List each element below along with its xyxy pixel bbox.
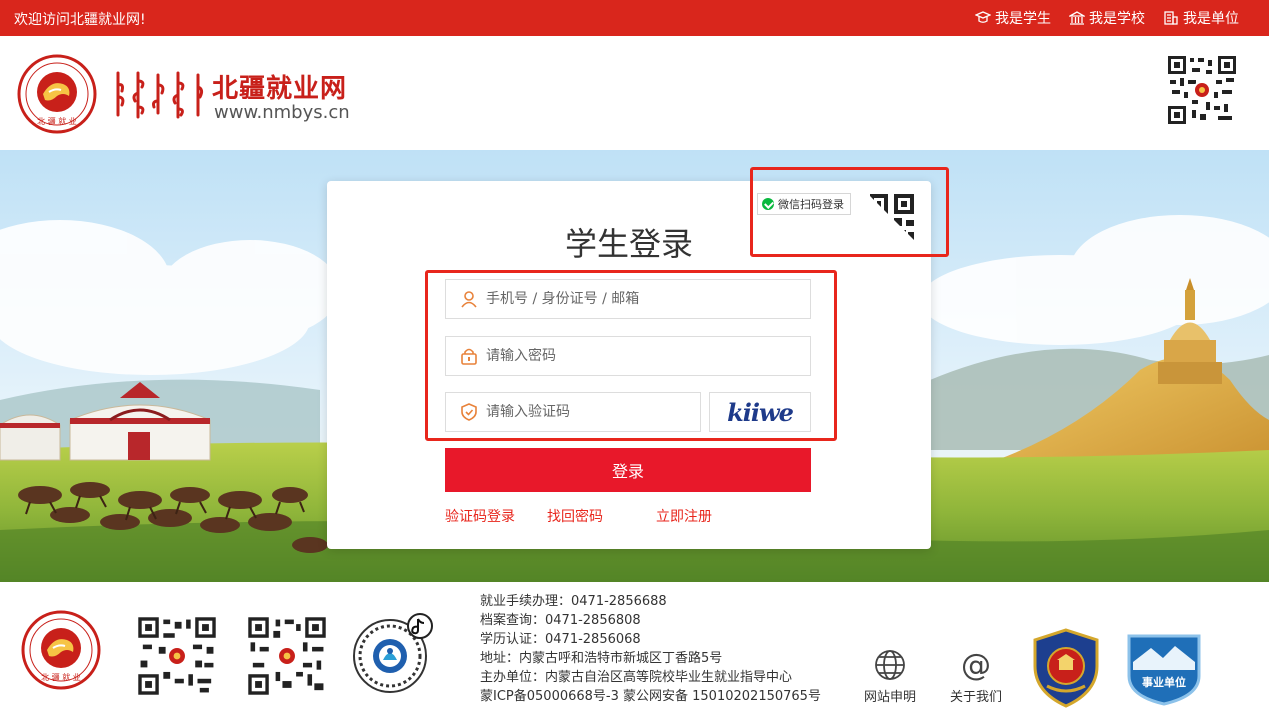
account-field[interactable]: [445, 279, 811, 319]
student-link[interactable]: 我是学生: [975, 8, 1051, 28]
at-sign-icon: @: [961, 648, 991, 682]
student-link-label: 我是学生: [995, 11, 1051, 27]
footer-info-line: 就业手续办理：0471-2856688: [480, 594, 667, 609]
footer-emblem-logo: 北 疆 就 业: [21, 610, 101, 690]
lock-icon: [461, 348, 477, 365]
mongolian-script-logo: [116, 71, 204, 119]
svg-text:北 疆 就 业: 北 疆 就 业: [37, 116, 77, 126]
wechat-scan-login-label: 微信扫码登录: [778, 198, 844, 211]
office-building-icon: [1164, 11, 1178, 25]
header-qr-code: [1166, 54, 1238, 126]
welcome-text: 欢迎访问北疆就业网!: [14, 12, 146, 28]
company-link[interactable]: 我是单位: [1163, 8, 1239, 28]
footer-qr-code-1: [136, 615, 218, 697]
site-header: 北 疆 就 业 北疆就业网 www.nmbys.cn: [0, 36, 1269, 150]
recover-password-link[interactable]: 找回密码: [547, 506, 603, 526]
svg-text:北 疆 就 业: 北 疆 就 业: [41, 672, 81, 682]
sms-code-login-link[interactable]: 验证码登录: [445, 506, 515, 526]
footer-contact-info: 就业手续办理：0471-2856688 档案查询：0471-2856808 学历…: [480, 592, 821, 706]
public-institution-badge-label: 事业单位: [1142, 675, 1186, 689]
site-url: www.nmbys.cn: [214, 102, 350, 123]
website-statement-label: 网站申明: [863, 690, 916, 705]
footer-info-line: 地址：内蒙古呼和浩特市新城区丁香路5号: [480, 651, 723, 666]
register-link[interactable]: 立即注册: [656, 506, 712, 526]
password-field[interactable]: [445, 336, 811, 376]
public-institution-badge-icon: 事业单位: [1127, 634, 1201, 706]
footer-info-line: 蒙ICP备05000668号-3 蒙公网安备 15010202150765号: [480, 689, 821, 704]
site-emblem-logo[interactable]: 北 疆 就 业: [17, 54, 97, 134]
wechat-icon: [762, 198, 774, 210]
school-link[interactable]: 我是学校: [1069, 8, 1145, 28]
site-footer: 北 疆 就 业 就业手续办理：0471-2856688 档案查询：0471-28…: [0, 582, 1269, 722]
login-title: 学生登录: [564, 225, 693, 263]
douyin-qr-code: [353, 613, 433, 693]
user-icon: [461, 291, 477, 308]
wechat-scan-login-tag[interactable]: 微信扫码登录: [757, 193, 851, 215]
captcha-field[interactable]: [445, 392, 701, 432]
footer-info-line: 主办单位：内蒙古自治区高等院校毕业生就业指导中心: [480, 670, 793, 685]
footer-info-line: 学历认证：0471-2856068: [480, 632, 641, 647]
captcha-image[interactable]: kiiwe: [709, 392, 811, 432]
login-button[interactable]: 登录: [445, 448, 811, 492]
about-us-link[interactable]: @ 关于我们: [936, 648, 1016, 705]
school-building-icon: [1069, 11, 1085, 25]
graduation-cap-icon: [975, 11, 991, 23]
shield-check-icon: [461, 403, 477, 421]
school-link-label: 我是学校: [1089, 11, 1145, 27]
public-security-badge-icon: [1033, 628, 1099, 708]
password-input[interactable]: [486, 348, 746, 364]
company-link-label: 我是单位: [1183, 11, 1239, 27]
globe-icon: [875, 650, 905, 680]
account-input[interactable]: [486, 291, 746, 307]
footer-qr-code-2: [246, 615, 328, 697]
footer-info-line: 档案查询：0471-2856808: [480, 613, 641, 628]
about-us-label: 关于我们: [949, 690, 1002, 705]
website-statement-link[interactable]: 网站申明: [850, 648, 930, 705]
login-card: 微信扫码登录 学生登录 kiiwe 登录 验证码登录 找回密码: [327, 181, 931, 549]
top-bar: 欢迎访问北疆就业网! 我是学生 我是学校 我是单位: [0, 0, 1269, 36]
svg-text:@: @: [961, 648, 991, 682]
captcha-input[interactable]: [486, 404, 700, 420]
role-links: 我是学生 我是学校 我是单位: [975, 8, 1239, 28]
site-name: 北疆就业网: [212, 74, 348, 104]
